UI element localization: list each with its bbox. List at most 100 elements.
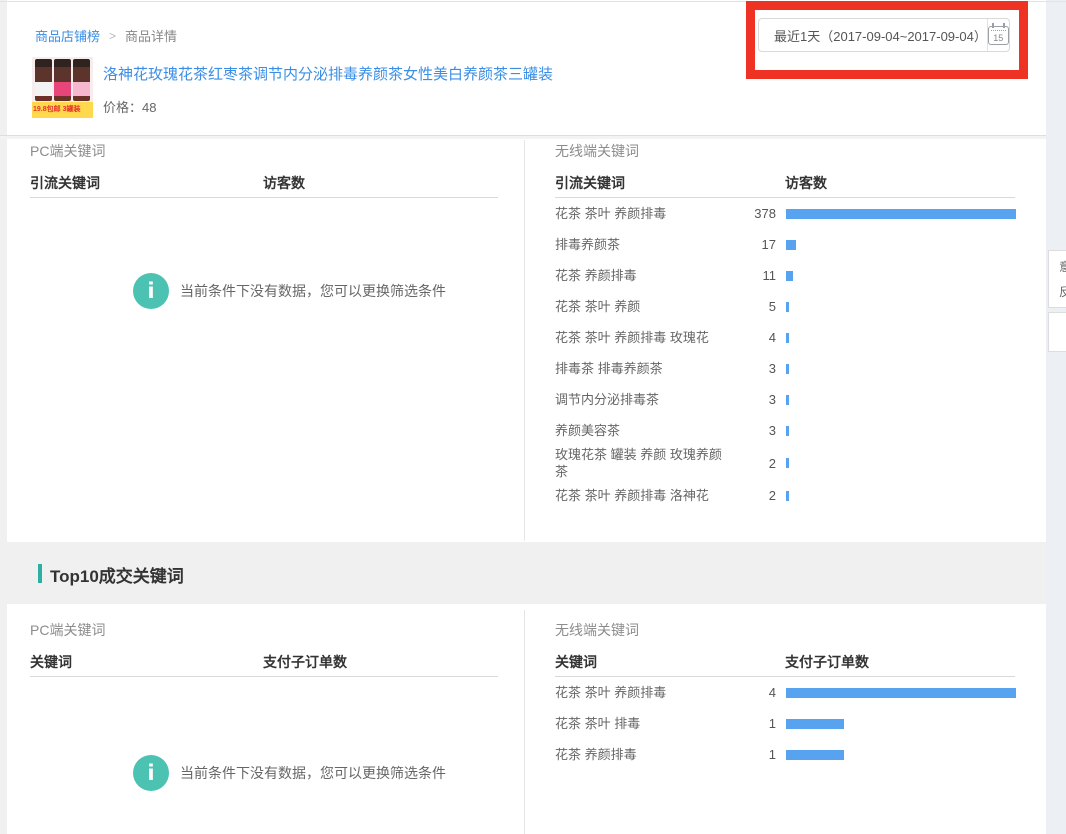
- breadcrumb: 商品店铺榜 > 商品详情: [35, 26, 177, 45]
- keyword-label: 花茶 茶叶 养颜排毒: [555, 205, 734, 222]
- keyword-row: 花茶 养颜排毒1: [555, 739, 1017, 770]
- keyword-value: 1: [734, 716, 776, 731]
- deal-wireless-keyword-list: 花茶 茶叶 养颜排毒4花茶 茶叶 排毒1花茶 养颜排毒1: [555, 677, 1017, 770]
- keyword-row: 排毒养颜茶17: [555, 229, 1017, 260]
- keyword-label: 花茶 养颜排毒: [555, 267, 734, 284]
- page: 商品店铺榜 > 商品详情 19.8包邮 3罐装 洛神花玫瑰花茶红枣茶调节内分泌排…: [0, 0, 1066, 834]
- keyword-row: 调节内分泌排毒茶3: [555, 384, 1017, 415]
- calendar-pin: [1003, 23, 1005, 28]
- keyword-bar: [786, 491, 789, 501]
- keyword-row: 花茶 茶叶 养颜排毒4: [555, 677, 1017, 708]
- keyword-value: 11: [734, 268, 776, 283]
- keyword-bar: [786, 688, 1016, 698]
- keyword-value: 2: [734, 456, 776, 471]
- feedback-widget-button[interactable]: 意见 反馈: [1048, 250, 1066, 308]
- bottle-art: [73, 59, 90, 101]
- keyword-bar: [786, 426, 789, 436]
- keyword-bar: [786, 271, 793, 281]
- deal-wireless-col2-header: 支付子订单数: [785, 652, 869, 672]
- breadcrumb-root-link[interactable]: 商品店铺榜: [35, 26, 100, 45]
- keyword-value: 17: [734, 237, 776, 252]
- deal-pc-pane-title: PC端关键词: [30, 620, 105, 640]
- traffic-pc-pane-title: PC端关键词: [30, 141, 105, 161]
- keyword-label: 花茶 茶叶 养颜排毒 洛神花: [555, 487, 734, 504]
- product-title-link[interactable]: 洛神花玫瑰花茶红枣茶调节内分泌排毒养颜茶女性美白养颜茶三罐装: [103, 63, 553, 84]
- keyword-row: 花茶 茶叶 养颜5: [555, 291, 1017, 322]
- breadcrumb-separator: >: [109, 29, 116, 43]
- keyword-value: 1: [734, 747, 776, 762]
- keyword-bar: [786, 395, 789, 405]
- traffic-pc-header-rule: [30, 197, 498, 198]
- traffic-wireless-col1-header: 引流关键词: [555, 173, 625, 193]
- calendar-pin: [992, 23, 994, 28]
- keyword-label: 调节内分泌排毒茶: [555, 391, 734, 408]
- keyword-label: 排毒养颜茶: [555, 236, 734, 253]
- calendar-button[interactable]: 15: [987, 26, 1009, 45]
- keyword-row: 花茶 养颜排毒11: [555, 260, 1017, 291]
- keyword-row: 养颜美容茶3: [555, 415, 1017, 446]
- empty-state-text: 当前条件下没有数据，您可以更换筛选条件: [180, 763, 446, 783]
- keyword-value: 3: [734, 392, 776, 407]
- deal-wireless-pane-title: 无线端关键词: [555, 620, 639, 640]
- bottle-art: [35, 59, 52, 101]
- left-gutter: [0, 0, 7, 834]
- keyword-bar: [786, 240, 796, 250]
- product-bottles-art: [32, 57, 93, 103]
- keyword-value: 2: [734, 488, 776, 503]
- traffic-wireless-col2-header: 访客数: [785, 173, 827, 193]
- keyword-row: 花茶 茶叶 养颜排毒 玫瑰花4: [555, 322, 1017, 353]
- keyword-label: 花茶 茶叶 养颜排毒: [555, 684, 734, 701]
- keyword-value: 4: [734, 685, 776, 700]
- deal-pc-col1-header: 关键词: [30, 652, 72, 672]
- keyword-label: 花茶 茶叶 排毒: [555, 715, 734, 732]
- keyword-row: 排毒茶 排毒养颜茶3: [555, 353, 1017, 384]
- feedback-label-line1: 意见: [1049, 255, 1066, 280]
- section-accent-bar: [38, 564, 42, 583]
- keyword-row: 花茶 茶叶 排毒1: [555, 708, 1017, 739]
- header-card-divider: [0, 135, 1046, 139]
- keyword-bar: [786, 302, 789, 312]
- calendar-icon: 15: [988, 26, 1009, 45]
- info-icon: i: [133, 755, 169, 791]
- keyword-label: 花茶 茶叶 养颜: [555, 298, 734, 315]
- keyword-bar: [786, 364, 789, 374]
- product-image[interactable]: 19.8包邮 3罐装: [32, 57, 93, 118]
- calendar-top-line: [991, 30, 1006, 31]
- keyword-value: 3: [734, 423, 776, 438]
- keyword-row: 花茶 茶叶 养颜排毒378: [555, 198, 1017, 229]
- date-range-selector[interactable]: 最近1天（2017-09-04~2017-09-04） 15: [758, 18, 1010, 52]
- top-border: [0, 1, 1066, 2]
- keyword-label: 花茶 茶叶 养颜排毒 玫瑰花: [555, 329, 734, 346]
- keyword-row: 花茶 茶叶 养颜排毒 洛神花2: [555, 480, 1017, 511]
- keyword-label: 花茶 养颜排毒: [555, 746, 734, 763]
- keyword-bar: [786, 750, 844, 760]
- traffic-column-divider: [524, 140, 525, 541]
- traffic-pc-empty-state: i 当前条件下没有数据，您可以更换筛选条件: [133, 273, 446, 309]
- keyword-value: 3: [734, 361, 776, 376]
- keyword-bar: [786, 209, 1016, 219]
- keyword-label: 玫瑰花茶 罐装 养颜 玫瑰养颜茶: [555, 446, 734, 480]
- breadcrumb-current: 商品详情: [125, 26, 177, 45]
- float-widget-secondary-button[interactable]: [1048, 312, 1066, 352]
- product-price: 价格：48: [103, 97, 156, 116]
- empty-state-text: 当前条件下没有数据，您可以更换筛选条件: [180, 281, 446, 301]
- traffic-wireless-keyword-list: 花茶 茶叶 养颜排毒378排毒养颜茶17花茶 养颜排毒11花茶 茶叶 养颜5花茶…: [555, 198, 1017, 511]
- deal-pc-header-rule: [30, 676, 498, 677]
- bottle-art: [54, 59, 71, 101]
- deal-wireless-col1-header: 关键词: [555, 652, 597, 672]
- keyword-bar: [786, 333, 789, 343]
- keyword-row: 玫瑰花茶 罐装 养颜 玫瑰养颜茶2: [555, 446, 1017, 480]
- keyword-label: 排毒茶 排毒养颜茶: [555, 360, 734, 377]
- feedback-label-line2: 反馈: [1049, 280, 1066, 305]
- keyword-value: 5: [734, 299, 776, 314]
- product-promo-banner: 19.8包邮 3罐装: [32, 102, 93, 118]
- info-icon: i: [133, 273, 169, 309]
- keyword-value: 4: [734, 330, 776, 345]
- keyword-bar: [786, 458, 789, 468]
- deal-column-divider: [524, 610, 525, 834]
- keyword-label: 养颜美容茶: [555, 422, 734, 439]
- keyword-bar: [786, 719, 844, 729]
- keyword-value: 378: [734, 206, 776, 221]
- deal-section-title: Top10成交关键词: [50, 562, 184, 587]
- deal-pc-col2-header: 支付子订单数: [263, 652, 347, 672]
